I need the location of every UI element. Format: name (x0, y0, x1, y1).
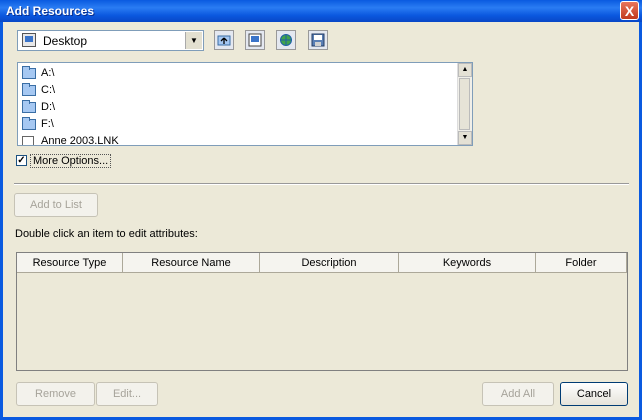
web-button[interactable] (276, 30, 296, 50)
list-item-label: C:\ (41, 84, 56, 96)
separator (14, 183, 629, 185)
resource-table[interactable]: Resource Type Resource Name Description … (16, 252, 628, 371)
list-item-label: D:\ (41, 101, 56, 113)
instructions-text: Double click an item to edit attributes: (15, 228, 198, 240)
folder-icon (22, 83, 36, 96)
window-border-left (0, 22, 3, 420)
add-to-list-button[interactable]: Add to List (14, 193, 98, 217)
remove-button[interactable]: Remove (16, 382, 95, 406)
list-item-label: F:\ (41, 118, 54, 130)
more-options-label[interactable]: More Options... (30, 154, 112, 168)
folder-icon (22, 66, 36, 79)
vertical-scrollbar[interactable]: ▲ ▼ (457, 63, 472, 145)
up-one-level-button[interactable] (214, 30, 234, 50)
edit-button[interactable]: Edit... (96, 382, 158, 406)
column-header-description[interactable]: Description (260, 253, 399, 273)
folder-icon (22, 117, 36, 130)
close-button[interactable]: X (620, 1, 639, 20)
desktop-icon (22, 33, 36, 47)
file-list[interactable]: A:\ C:\ D:\ F:\ Anne 2003.LNK ▲ ▼ (17, 62, 473, 146)
scroll-up-icon[interactable]: ▲ (458, 63, 472, 77)
column-header-keywords[interactable]: Keywords (399, 253, 536, 273)
save-button[interactable] (308, 30, 328, 50)
window-title: Add Resources (6, 4, 95, 18)
save-icon (311, 33, 325, 47)
scroll-thumb[interactable] (459, 78, 470, 130)
cancel-button[interactable]: Cancel (560, 382, 628, 406)
web-icon (280, 34, 292, 46)
chevron-down-icon[interactable]: ▼ (185, 32, 202, 49)
list-item-label: Anne 2003.LNK (41, 135, 119, 146)
title-bar: Add Resources X (0, 0, 642, 22)
scroll-down-icon[interactable]: ▼ (458, 131, 472, 145)
location-dropdown[interactable]: Desktop ▼ (17, 30, 204, 51)
column-header-resource-type[interactable]: Resource Type (17, 253, 123, 273)
desktop-icon (248, 33, 262, 47)
location-selected: Desktop (43, 34, 88, 48)
close-icon: X (624, 3, 635, 19)
table-header: Resource Type Resource Name Description … (17, 253, 627, 273)
list-item-label: A:\ (41, 67, 55, 79)
column-header-resource-name[interactable]: Resource Name (123, 253, 260, 273)
up-one-level-icon (217, 35, 231, 46)
column-header-folder[interactable]: Folder (536, 253, 627, 273)
folder-icon (22, 100, 36, 113)
add-all-button[interactable]: Add All (482, 382, 554, 406)
desktop-button[interactable] (245, 30, 265, 50)
more-options-checkbox[interactable]: ✓ (16, 155, 27, 166)
shortcut-icon (22, 136, 34, 145)
